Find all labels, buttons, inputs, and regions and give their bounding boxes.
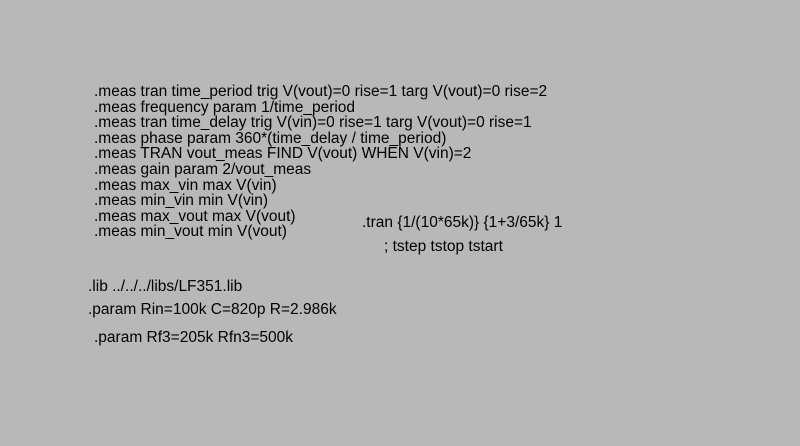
param-directive-rf3-rfn3[interactable]: .param Rf3=205k Rfn3=500k <box>94 329 293 347</box>
meas-directive-line[interactable]: .meas tran time_delay trig V(vin)=0 rise… <box>94 115 547 131</box>
param-directive-rin-c-r[interactable]: .param Rin=100k C=820p R=2.986k <box>88 301 337 319</box>
meas-directive-line[interactable]: .meas gain param 2/vout_meas <box>94 162 547 178</box>
meas-directive-line[interactable]: .meas max_vin max V(vin) <box>94 177 547 194</box>
meas-directive-line[interactable]: .meas TRAN vout_meas FIND V(vout) WHEN V… <box>94 146 547 162</box>
meas-directive-line[interactable]: .meas frequency param 1/time_period <box>94 99 547 116</box>
meas-directive-line[interactable]: .meas tran time_period trig V(vout)=0 ri… <box>94 84 547 100</box>
schematic-canvas[interactable]: .meas tran time_period trig V(vout)=0 ri… <box>0 0 800 446</box>
meas-directive-line[interactable]: .meas phase param 360*(time_delay / time… <box>94 131 547 147</box>
tran-directive[interactable]: .tran {1/(10*65k)} {1+3/65k} 1 <box>362 214 562 232</box>
tran-comment[interactable]: ; tstep tstop tstart <box>384 238 503 256</box>
lib-directive[interactable]: .lib ../../../libs/LF351.lib <box>88 278 242 296</box>
meas-directive-line[interactable]: .meas min_vin min V(vin) <box>94 193 547 209</box>
